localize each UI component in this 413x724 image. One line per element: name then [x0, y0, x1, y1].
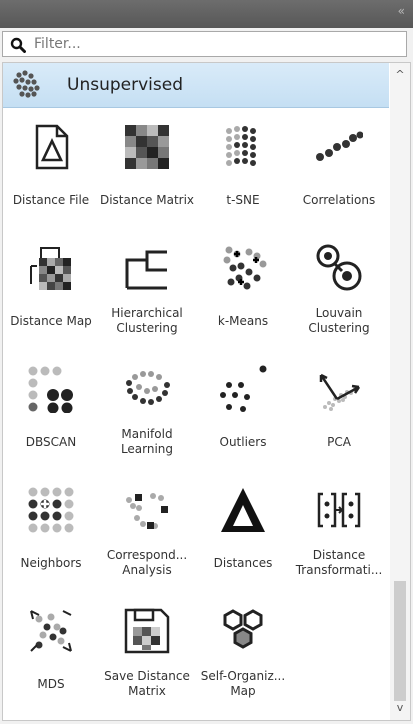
widget-distances[interactable]: Distances — [195, 478, 291, 593]
widget-correlations[interactable]: Correlations — [291, 115, 387, 230]
widget-label: Distance Matrix — [99, 192, 195, 207]
widget-label: Distance Transformati... — [295, 548, 383, 577]
widget-label: k-Means — [217, 313, 269, 328]
distance-map-icon — [30, 247, 71, 290]
widget-distance-matrix[interactable]: Distance Matrix — [99, 115, 195, 230]
t-sne-icon — [226, 126, 256, 166]
distance-matrix-icon — [125, 125, 169, 169]
widget-outliers[interactable]: Outliers — [195, 357, 291, 472]
correlations-icon — [316, 131, 363, 161]
widget-distance-transformation[interactable]: Distance Transformati... — [291, 478, 387, 593]
widget-pca[interactable]: PCA — [291, 357, 387, 472]
widget-hierarchical-clustering[interactable]: Hierarchical Clustering — [99, 236, 195, 351]
correspondence-analysis-icon — [126, 493, 168, 529]
hierarchical-clustering-icon — [125, 250, 167, 290]
category-header[interactable]: Unsupervised — [3, 63, 389, 108]
collapse-button[interactable]: « — [398, 4, 405, 18]
widget-label: Save Distance Matrix — [104, 669, 190, 698]
widget-label: Distance File — [12, 192, 90, 207]
k-means-icon — [223, 246, 267, 290]
widget-label: t-SNE — [226, 192, 260, 207]
filter-input[interactable] — [34, 34, 394, 54]
pca-icon — [319, 373, 361, 411]
widget-mds[interactable]: MDS — [3, 599, 99, 714]
filter-box[interactable] — [2, 31, 407, 57]
manifold-learning-icon — [126, 371, 170, 405]
self-organizing-map-icon — [223, 609, 263, 649]
category-title: Unsupervised — [67, 75, 183, 95]
neighbors-icon — [28, 487, 74, 533]
unsupervised-category-icon — [13, 70, 40, 98]
scrollbar-thumb[interactable] — [394, 581, 406, 701]
widget-k-means[interactable]: k-Means — [195, 236, 291, 351]
distances-icon — [221, 488, 265, 532]
widget-distance-file[interactable]: Distance File — [3, 115, 99, 230]
scroll-up-button[interactable]: ^ — [390, 65, 410, 85]
vertical-scrollbar[interactable]: ^ v — [390, 63, 410, 720]
widget-label: Outliers — [219, 434, 267, 449]
widget-save-distance-matrix[interactable]: Save Distance Matrix — [99, 599, 195, 714]
mds-icon — [30, 610, 72, 652]
widget-label: Correlations — [302, 192, 376, 207]
dbscan-icon — [28, 366, 73, 413]
widget-label: Distances — [213, 555, 273, 570]
widget-distance-map[interactable]: Distance Map — [3, 236, 99, 351]
save-distance-matrix-icon — [124, 608, 170, 654]
widget-manifold-learning[interactable]: Manifold Learning — [99, 357, 195, 472]
widget-label: Self-Organiz... Map — [200, 669, 286, 698]
widget-label: Manifold Learning — [120, 427, 174, 456]
distance-transformation-icon — [317, 492, 361, 528]
scroll-down-button[interactable]: v — [390, 698, 410, 718]
widget-neighbors[interactable]: Neighbors — [3, 478, 99, 593]
widget-t-sne[interactable]: t-SNE — [195, 115, 291, 230]
widget-correspondence-analysis[interactable]: Correspond... Analysis — [99, 478, 195, 593]
panel-titlebar: « — [0, 0, 413, 28]
search-icon — [10, 37, 26, 53]
widget-label: PCA — [327, 434, 351, 449]
widget-dbscan[interactable]: DBSCAN — [3, 357, 99, 472]
outliers-icon — [220, 365, 267, 412]
widget-louvain-clustering[interactable]: Louvain Clustering — [291, 236, 387, 351]
louvain-clustering-icon — [316, 244, 362, 291]
distance-file-icon — [35, 124, 69, 170]
widget-label: MDS — [37, 676, 65, 691]
widget-self-organizing-map[interactable]: Self-Organiz... Map — [195, 599, 291, 714]
widget-label: Correspond... Analysis — [106, 548, 188, 577]
widget-label: Hierarchical Clustering — [111, 306, 183, 335]
widget-label: DBSCAN — [25, 434, 77, 449]
widget-label: Distance Map — [10, 313, 92, 328]
widget-label: Neighbors — [20, 555, 82, 570]
widget-panel: Unsupervised Distance File Distance Matr… — [2, 62, 411, 721]
widget-label: Louvain Clustering — [308, 306, 370, 335]
